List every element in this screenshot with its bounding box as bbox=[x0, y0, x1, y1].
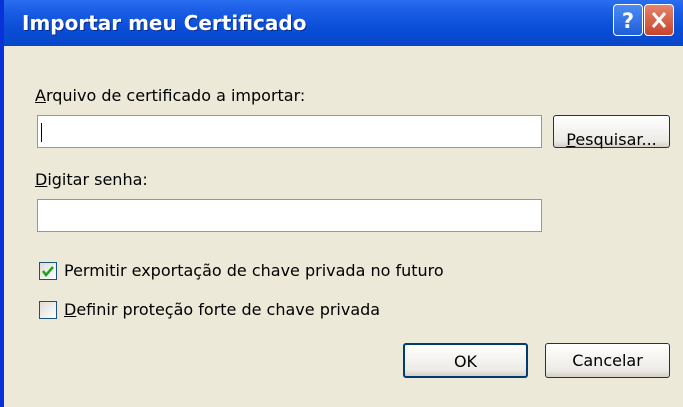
allow-export-checkbox[interactable] bbox=[39, 262, 57, 280]
text-caret bbox=[41, 123, 42, 142]
certificate-file-input[interactable] bbox=[37, 115, 542, 148]
strong-protection-label[interactable]: Definir proteção forte de chave privada bbox=[64, 300, 380, 319]
close-button[interactable] bbox=[644, 4, 674, 36]
password-input[interactable] bbox=[37, 199, 542, 232]
help-icon: ? bbox=[622, 9, 634, 33]
close-icon bbox=[651, 12, 667, 28]
allow-export-label[interactable]: Permitir exportação de chave privada no … bbox=[64, 261, 444, 280]
svg-text:?: ? bbox=[622, 9, 634, 33]
dialog-title: Importar meu Certificado bbox=[22, 11, 307, 35]
cancel-button[interactable]: Cancelar bbox=[545, 343, 670, 378]
title-bar[interactable]: Importar meu Certificado ? bbox=[4, 0, 683, 46]
ok-button[interactable]: OK bbox=[403, 343, 528, 378]
strong-protection-checkbox[interactable] bbox=[39, 301, 57, 319]
help-button[interactable]: ? bbox=[613, 4, 643, 36]
browse-button[interactable]: Pesquisar... bbox=[553, 115, 670, 149]
password-label: Digitar senha: bbox=[35, 170, 148, 189]
file-label: Arquivo de certificado a importar: bbox=[35, 86, 306, 105]
import-certificate-dialog: Importar meu Certificado ? Arquivo de ce… bbox=[0, 0, 683, 407]
checkmark-icon bbox=[42, 266, 54, 277]
